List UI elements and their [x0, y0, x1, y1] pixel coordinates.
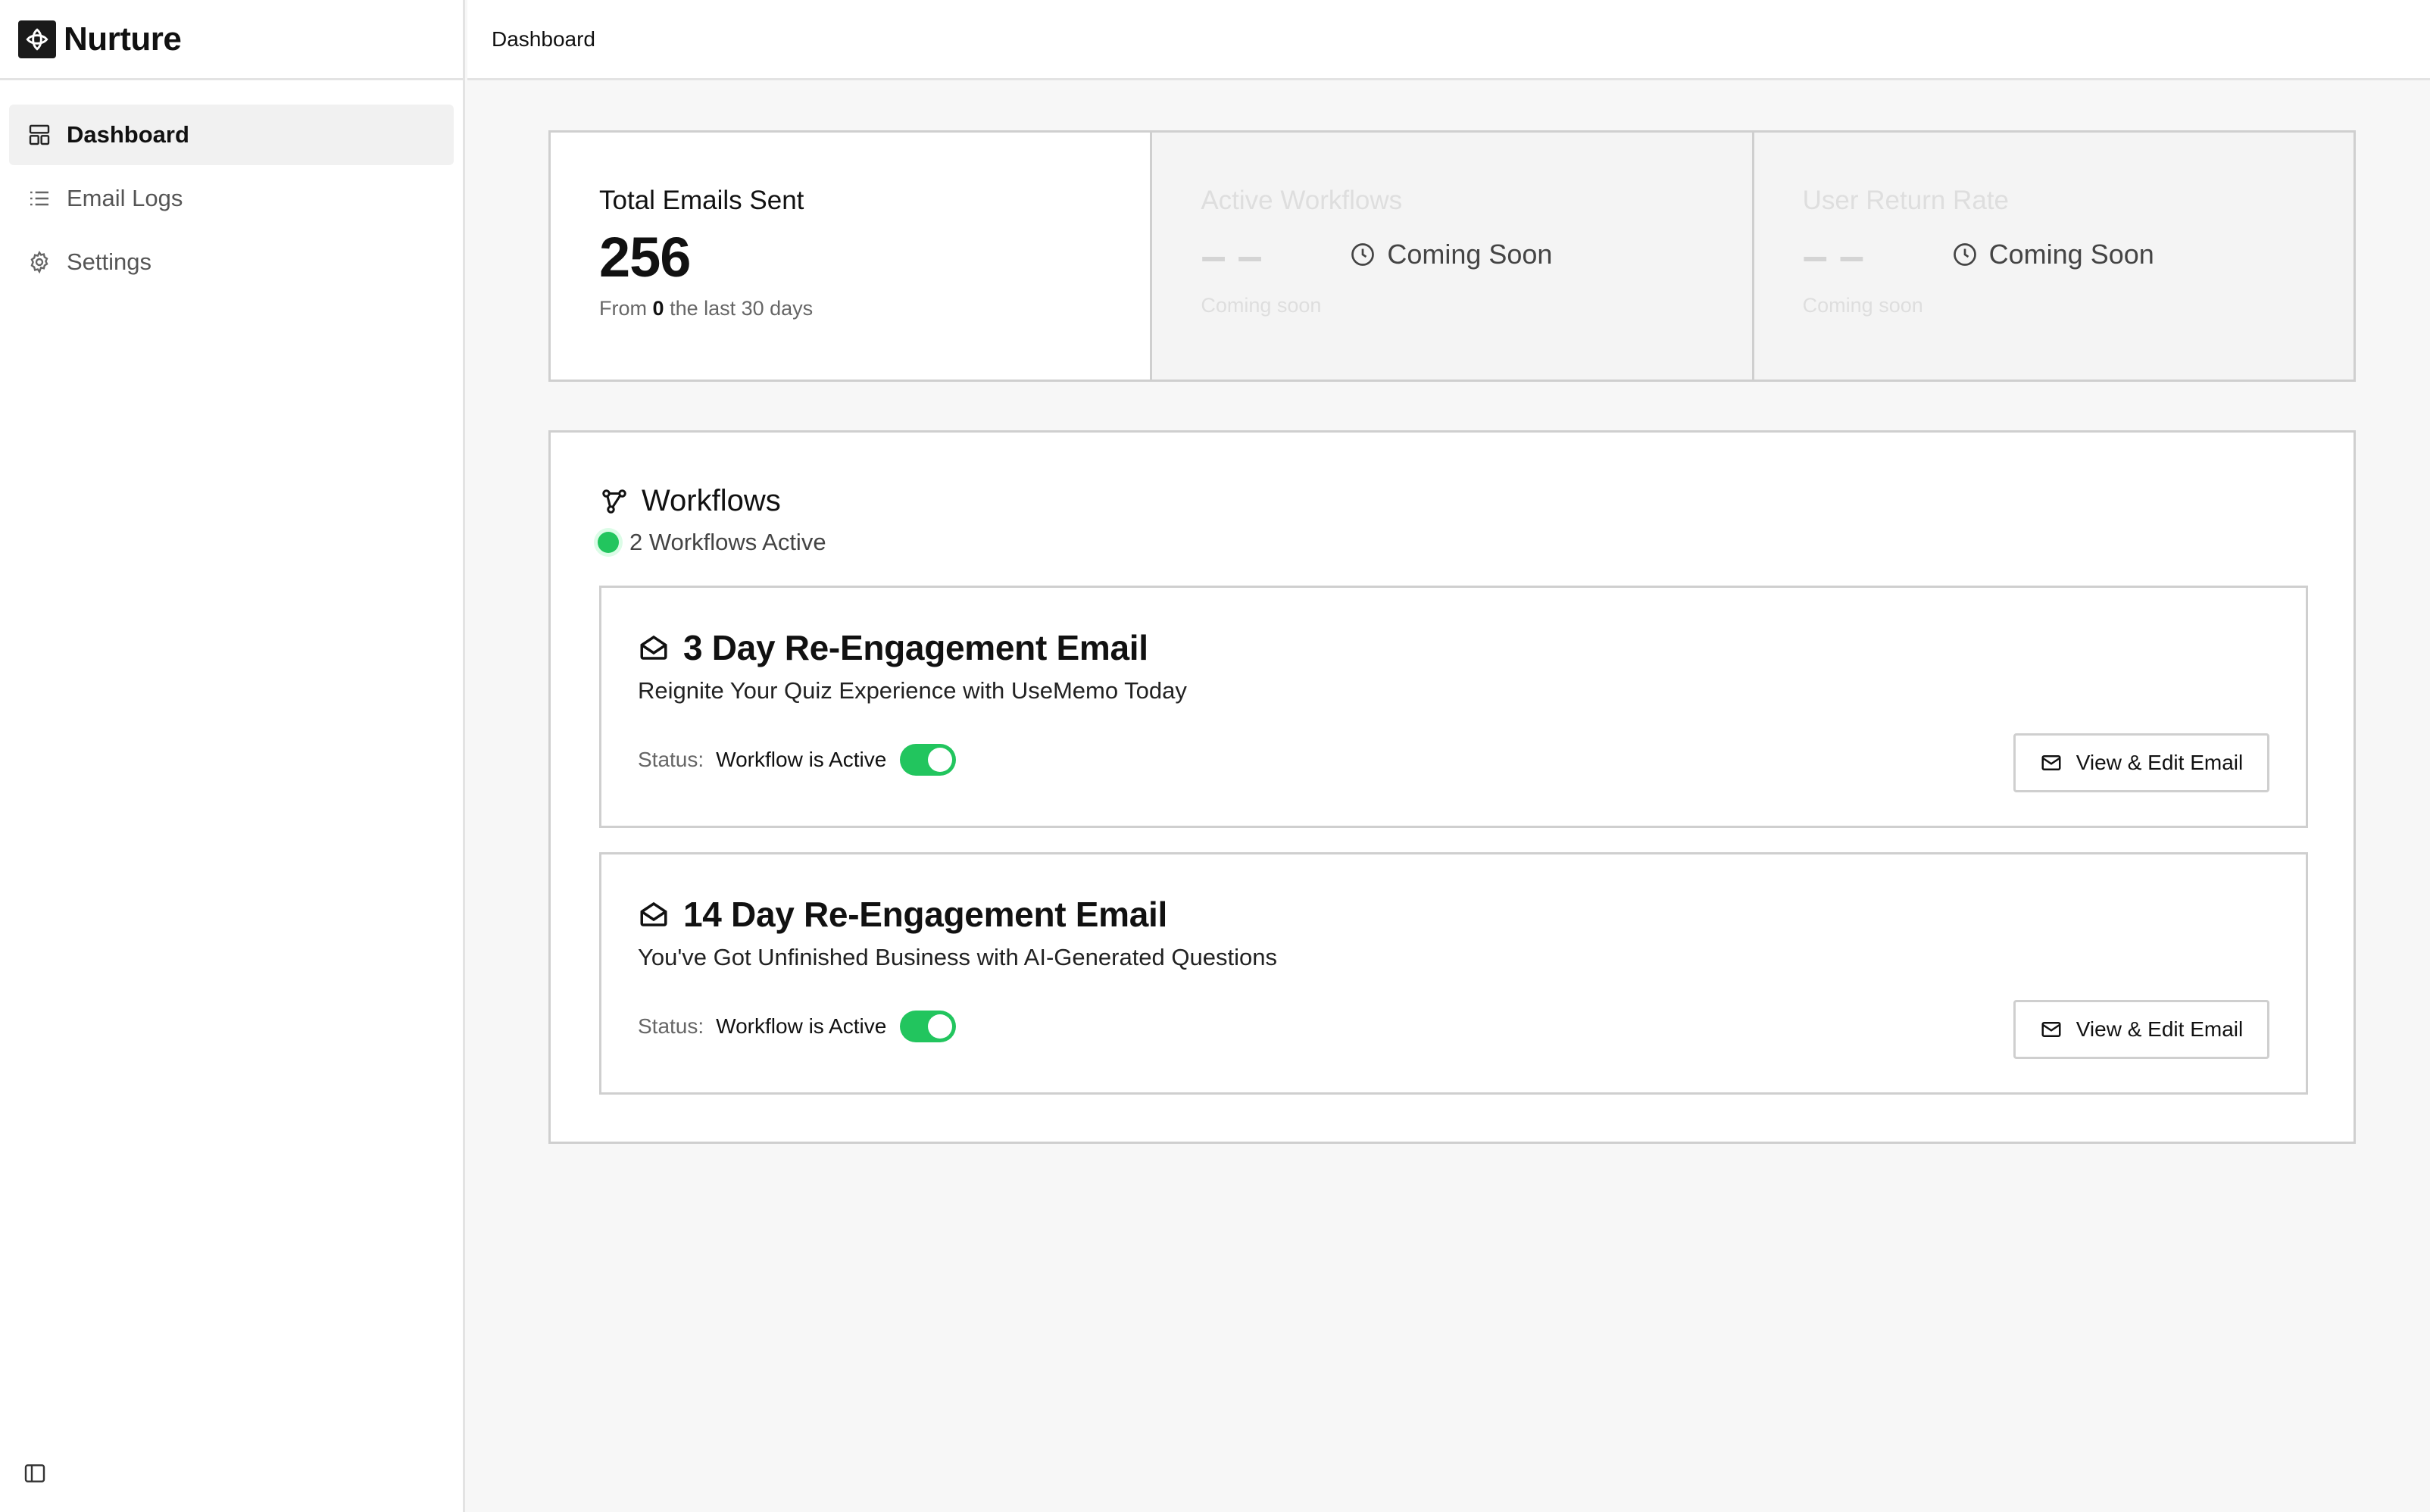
- coming-soon-overlay: Coming Soon: [1951, 239, 2154, 270]
- stat-label: User Return Rate: [1802, 186, 2009, 215]
- coming-soon-label: Coming Soon: [1988, 239, 2154, 270]
- stat-card-total-emails: Total Emails Sent 256 From 0 the last 30…: [551, 133, 1150, 380]
- nurture-logo-icon: [18, 20, 56, 58]
- workflow-status: Status: Workflow is Active: [638, 744, 957, 776]
- workflow-active-toggle[interactable]: [900, 1011, 957, 1042]
- stat-value: 256: [599, 226, 691, 289]
- workflow-card: 14 Day Re-Engagement Email You've Got Un…: [599, 852, 2308, 1095]
- button-label: View & Edit Email: [2075, 751, 2244, 774]
- sidebar-item-dashboard[interactable]: Dashboard: [9, 105, 454, 165]
- stat-card-user-return-rate: User Return Rate – – Coming soon Coming …: [1751, 133, 2353, 380]
- workflow-title-row: 14 Day Re-Engagement Email: [638, 894, 1167, 935]
- top-bar: Dashboard: [467, 0, 2430, 80]
- workflow-subject: Reignite Your Quiz Experience with UseMe…: [638, 677, 1187, 704]
- clock-icon: [1351, 243, 1375, 266]
- workflows-active-summary: 2 Workflows Active: [598, 529, 826, 556]
- workflow-status: Status: Workflow is Active: [638, 1011, 957, 1042]
- status-label: Status:: [638, 748, 704, 771]
- gear-icon: [30, 250, 48, 274]
- sidebar: Nurture Dashboard Email Logs Settings: [0, 0, 465, 1512]
- mail-icon: [2041, 1022, 2061, 1037]
- sidebar-item-label: Dashboard: [67, 121, 189, 148]
- mail-icon: [2041, 755, 2061, 770]
- stat-card-active-workflows: Active Workflows – – Coming soon Coming …: [1150, 133, 1752, 380]
- stat-sub-value: 0: [652, 297, 664, 320]
- stat-sub: Coming soon: [1802, 294, 1923, 317]
- view-edit-email-button[interactable]: View & Edit Email: [2013, 1000, 2269, 1059]
- mail-open-icon: [640, 635, 667, 660]
- sidebar-nav: Dashboard Email Logs Settings: [0, 80, 463, 292]
- stats-row: Total Emails Sent 256 From 0 the last 30…: [548, 130, 2356, 382]
- status-value: Workflow is Active: [716, 748, 887, 771]
- stat-label: Total Emails Sent: [599, 186, 804, 215]
- workflow-title-row: 3 Day Re-Engagement Email: [638, 627, 1148, 668]
- sidebar-item-email-logs[interactable]: Email Logs: [9, 168, 454, 229]
- workflow-title: 14 Day Re-Engagement Email: [683, 895, 1167, 934]
- stat-sub-suffix: the last 30 days: [670, 297, 814, 320]
- stat-label: Active Workflows: [1201, 186, 1403, 215]
- workflows-title: Workflows: [601, 484, 826, 518]
- workflow-subject: You've Got Unfinished Business with AI-G…: [638, 944, 1277, 970]
- workflow-card: 3 Day Re-Engagement Email Reignite Your …: [599, 586, 2308, 828]
- status-value: Workflow is Active: [716, 1014, 887, 1038]
- stat-sub: From 0 the last 30 days: [599, 297, 1150, 320]
- workflows-panel: Workflows 2 Workflows Active 3 Day Re-En…: [548, 430, 2356, 1144]
- stat-sub-prefix: From: [599, 297, 647, 320]
- coming-soon-overlay: Coming Soon: [1349, 239, 1552, 270]
- view-edit-email-button[interactable]: View & Edit Email: [2013, 733, 2269, 792]
- breadcrumb: Dashboard: [492, 27, 595, 51]
- sidebar-toggle-button[interactable]: [23, 1461, 47, 1489]
- workflow-active-toggle[interactable]: [900, 744, 957, 776]
- status-dot-icon: [598, 532, 619, 553]
- status-label: Status:: [638, 1014, 704, 1038]
- sidebar-item-settings[interactable]: Settings: [9, 232, 454, 292]
- clock-icon: [1953, 243, 1976, 266]
- active-summary-text: 2 Workflows Active: [629, 529, 826, 555]
- sidebar-item-label: Email Logs: [67, 185, 183, 211]
- app-name: Nurture: [64, 20, 182, 58]
- list-icon: [30, 191, 48, 206]
- workflows-header: Workflows 2 Workflows Active: [598, 484, 826, 556]
- sidebar-panel-icon: [24, 1464, 45, 1482]
- stat-sub: Coming soon: [1201, 294, 1322, 317]
- coming-soon-label: Coming Soon: [1387, 239, 1553, 270]
- dashboard-icon: [29, 124, 50, 145]
- workflow-title: 3 Day Re-Engagement Email: [683, 628, 1148, 667]
- brand[interactable]: Nurture: [0, 0, 463, 80]
- button-label: View & Edit Email: [2075, 1017, 2244, 1041]
- workflow-icon: [602, 489, 626, 514]
- mail-open-icon: [640, 901, 667, 926]
- workflows-title-text: Workflows: [642, 484, 781, 517]
- sidebar-item-label: Settings: [67, 248, 152, 275]
